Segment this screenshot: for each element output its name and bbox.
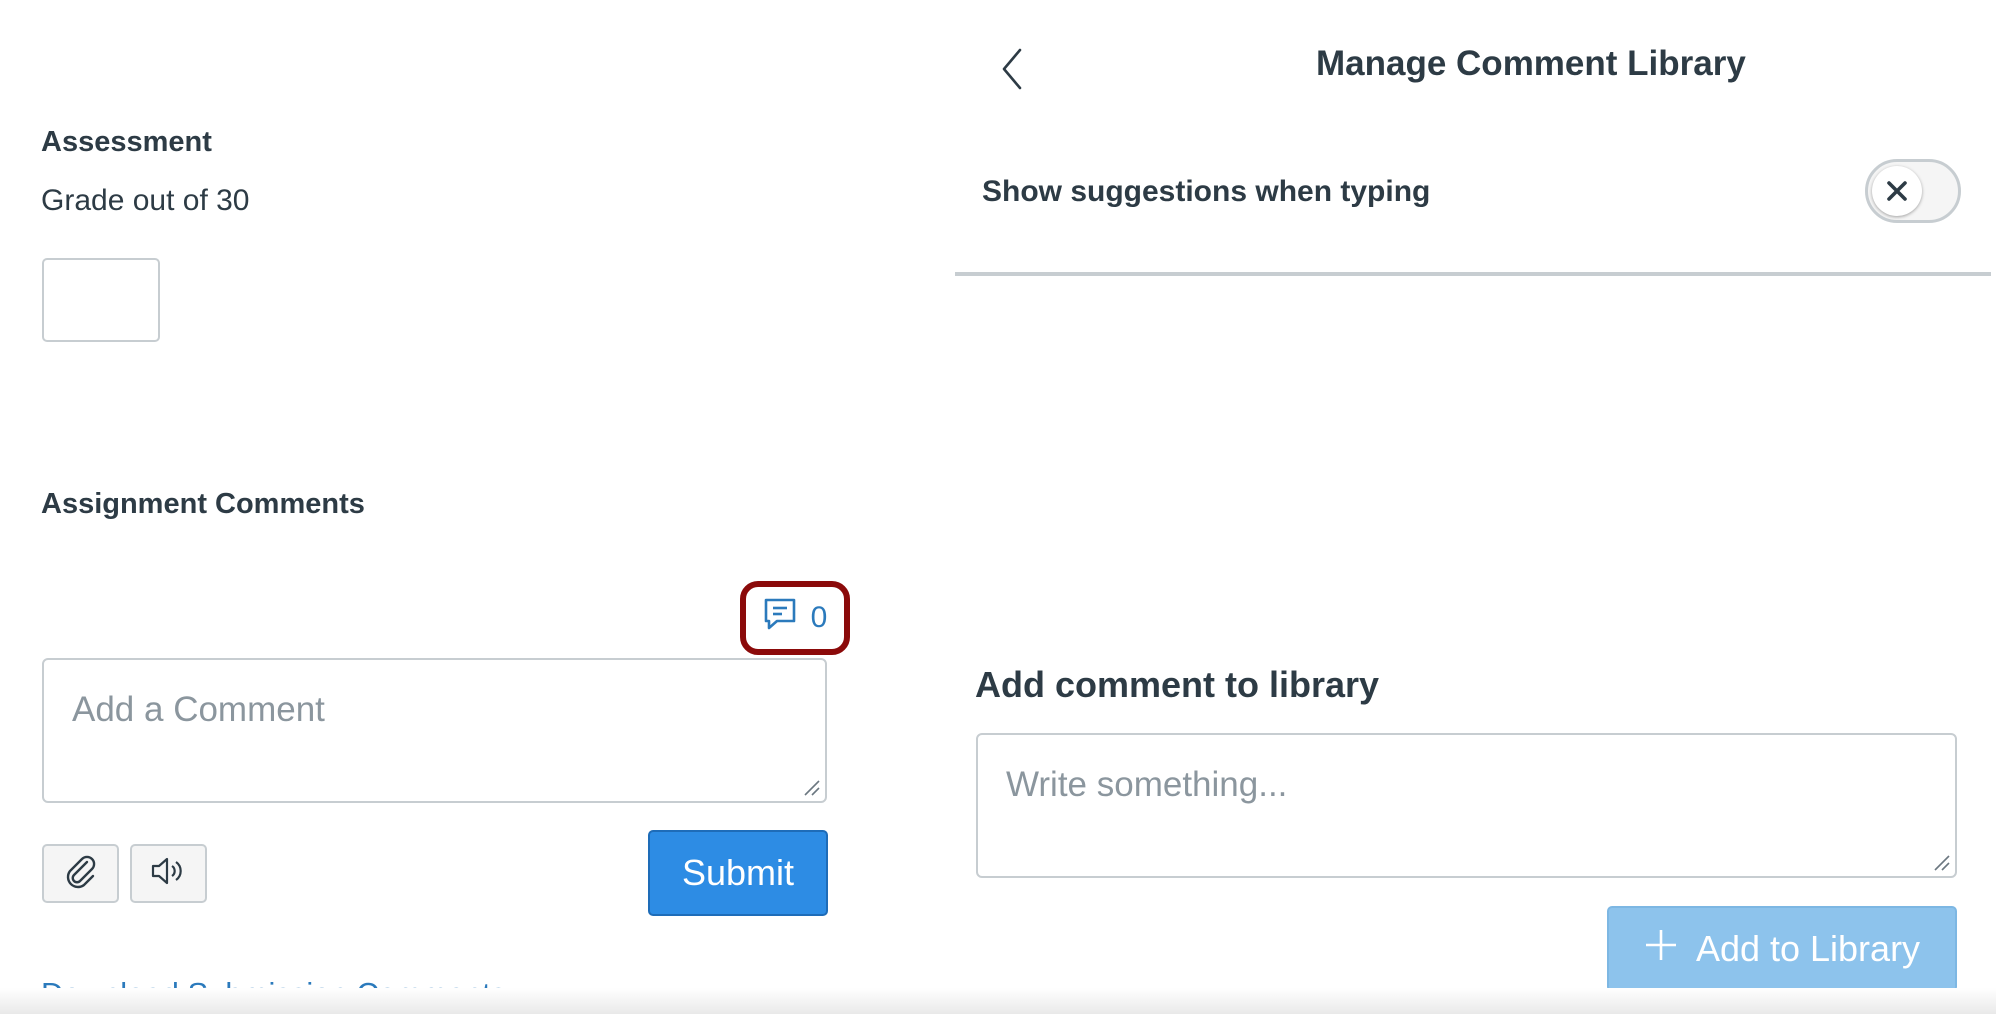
plus-icon [1644,928,1678,971]
add-comment-placeholder: Add a Comment [72,690,325,729]
chevron-left-icon [1002,48,1022,90]
library-comment-textarea[interactable]: Write something... [976,733,1957,878]
add-to-library-button[interactable]: Add to Library [1607,906,1957,992]
comment-library-icon [763,597,797,639]
comment-library-count: 0 [810,601,828,634]
grade-input[interactable] [42,258,160,342]
resize-grip-icon[interactable] [1931,852,1951,872]
assessment-heading: Assessment [41,126,212,158]
library-comment-placeholder: Write something... [1006,765,1288,804]
back-button[interactable] [994,44,1034,94]
paperclip-icon [63,853,99,894]
grade-label: Grade out of 30 [41,184,250,217]
submit-button[interactable]: Submit [648,830,828,916]
assignment-comments-heading: Assignment Comments [41,488,365,520]
bottom-edge-shadow [0,988,1996,1014]
resize-grip-icon[interactable] [801,777,821,797]
panel-divider [955,272,1991,276]
media-comment-button[interactable] [130,844,207,903]
add-to-library-label: Add to Library [1695,928,1921,969]
manage-comment-library-title: Manage Comment Library [1316,44,1746,83]
add-comment-to-library-heading: Add comment to library [975,664,1380,705]
x-icon [1887,181,1907,201]
speaker-icon [149,853,189,894]
show-suggestions-label: Show suggestions when typing [982,175,1431,208]
show-suggestions-toggle[interactable] [1865,159,1961,223]
add-comment-textarea[interactable]: Add a Comment [42,658,827,803]
toggle-knob [1872,166,1922,216]
attach-file-button[interactable] [42,844,119,903]
comment-library-button[interactable]: 0 [740,581,850,655]
